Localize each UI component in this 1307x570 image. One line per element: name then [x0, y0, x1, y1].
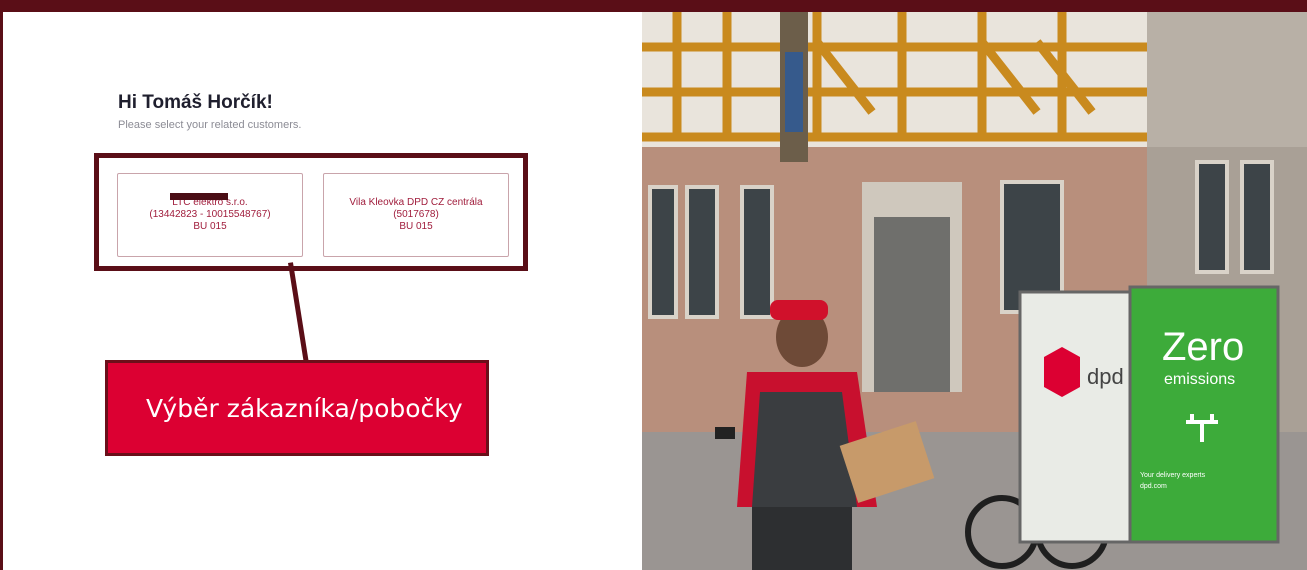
annotation-label: Výběr zákazníka/pobočky — [146, 393, 463, 423]
cargo-subline-text: emissions — [1164, 371, 1235, 388]
customer-bu: BU 015 — [193, 221, 227, 232]
greeting-heading: Hi Tomáš Horčík! — [118, 92, 273, 113]
customer-ids: (5017678) — [393, 209, 439, 220]
customer-name: Vila Kleovka DPD CZ centrála — [349, 197, 483, 208]
courier-photo: dpd Zero emissions Your delivery experts… — [642, 12, 1307, 570]
customer-ids: (13442823 - 10015548767) — [149, 209, 271, 220]
courier-photo-illustration: dpd Zero emissions Your delivery experts… — [642, 12, 1307, 570]
customer-card-vila-kleovka[interactable]: Vila Kleovka DPD CZ centrála (5017678) B… — [323, 173, 509, 257]
select-customers-subtitle: Please select your related customers. — [118, 119, 302, 131]
annotation-label-box: Výběr zákazníka/pobočky — [105, 360, 489, 456]
cargo-headline-text: Zero — [1162, 325, 1244, 369]
cargo-url-text: dpd.com — [1140, 483, 1167, 490]
customer-bu: BU 015 — [399, 221, 433, 232]
customer-card-ltc[interactable]: LTC elektro s.r.o. (13442823 - 100155487… — [117, 173, 303, 257]
cargo-brand-text: dpd — [1087, 364, 1124, 389]
cargo-tagline-text: Your delivery experts — [1140, 472, 1206, 479]
redaction-bar — [170, 193, 228, 200]
